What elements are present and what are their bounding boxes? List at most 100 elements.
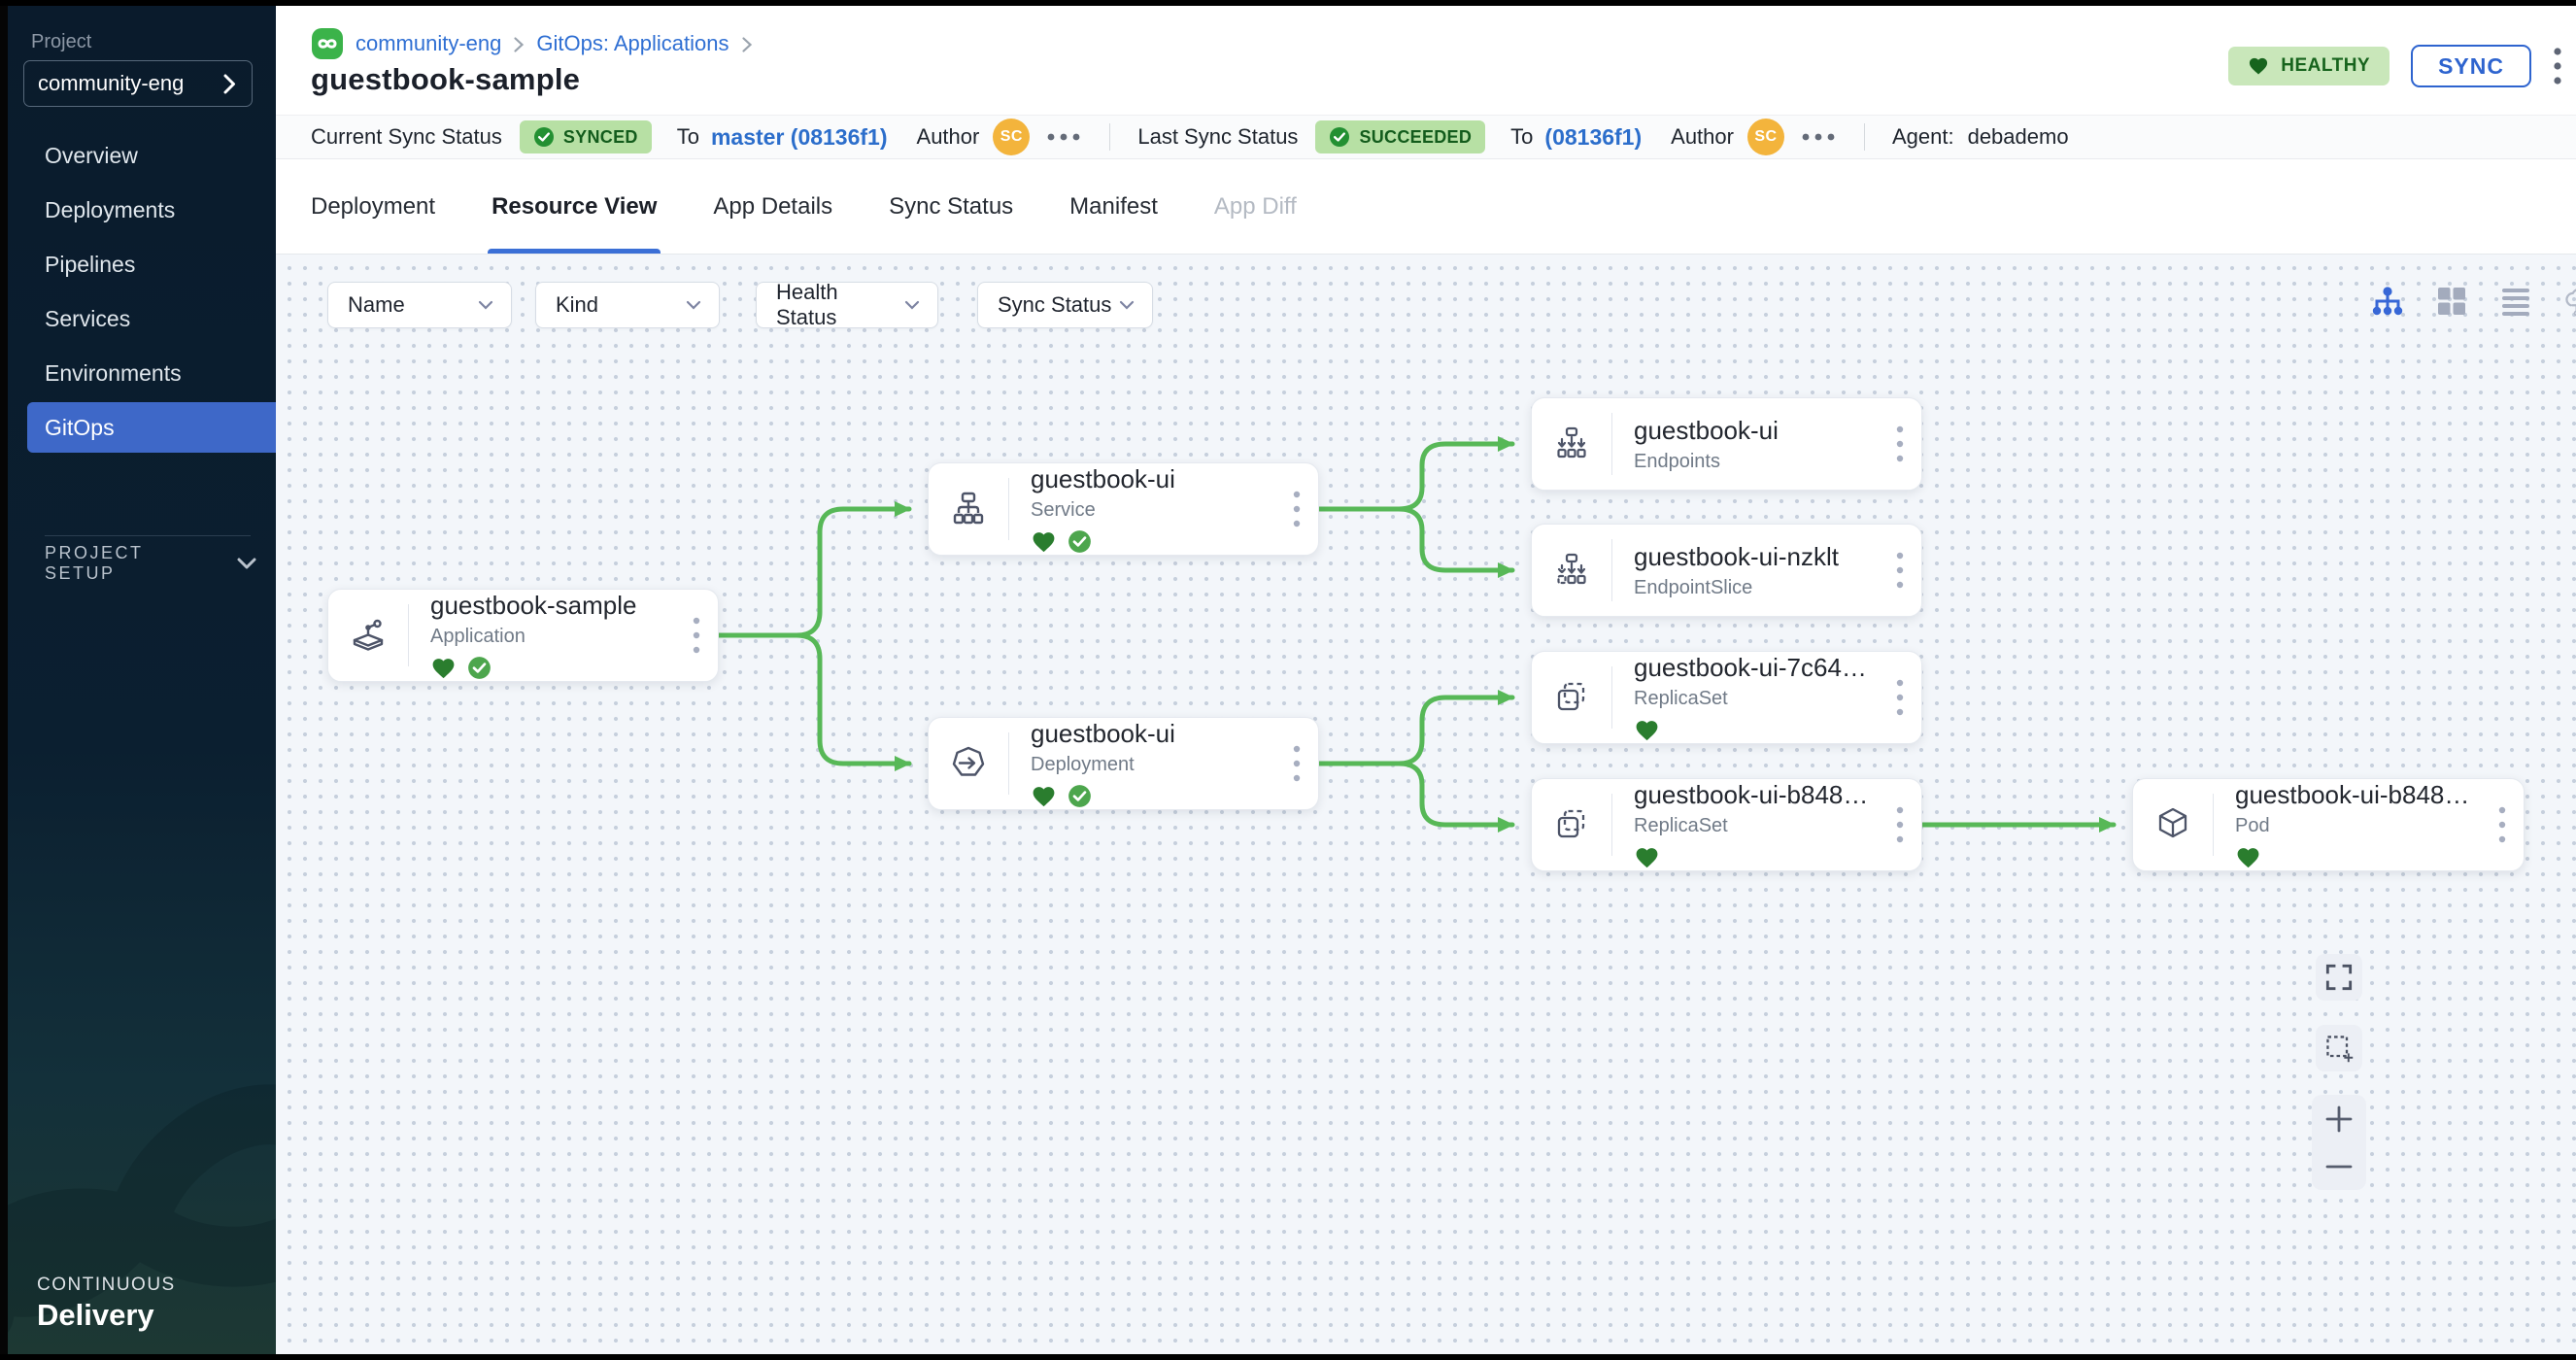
divider (1864, 123, 1865, 151)
divider (1109, 123, 1110, 151)
synced-check-icon (467, 656, 491, 680)
healthy-heart-icon (1634, 846, 1660, 869)
agent-label: Agent: (1892, 124, 1954, 150)
node-kebab-icon[interactable] (2481, 805, 2524, 844)
author-avatar[interactable]: SC (993, 119, 1030, 155)
last-sync-status-label: Last Sync Status (1137, 124, 1298, 150)
project-label: Project (31, 31, 91, 53)
more-options-icon[interactable] (1800, 132, 1837, 142)
node-kebab-icon[interactable] (1879, 551, 1921, 590)
sidebar-item-pipelines[interactable]: Pipelines (8, 237, 276, 291)
project-selector[interactable]: community-eng (23, 60, 253, 107)
project-setup-toggle[interactable]: PROJECT SETUP (45, 536, 256, 591)
node-kebab-icon[interactable] (1275, 744, 1318, 783)
breadcrumb-project-link[interactable]: community-eng (356, 31, 501, 56)
zoom-out-icon (2323, 1162, 2355, 1172)
tab-app-diff[interactable]: App Diff (1214, 159, 1297, 254)
tab-manifest[interactable]: Manifest (1069, 159, 1158, 254)
last-author-label: Author (1671, 124, 1734, 150)
replicaset-icon (1532, 678, 1611, 717)
node-pod-guestbook-ui-b848d5d9[interactable]: guestbook-ui-b848d5d9... Pod (2132, 778, 2525, 871)
tab-deployment[interactable]: Deployment (311, 159, 435, 254)
deployment-icon (929, 744, 1008, 783)
main-panel: community-eng GitOps: Applications guest… (276, 6, 2576, 1354)
zoom-controls (2312, 1095, 2366, 1190)
resource-tree-canvas[interactable]: Name Kind Health Status Sync Status (276, 255, 2576, 1354)
node-title: guestbook-ui (1031, 464, 1275, 494)
more-options-icon[interactable] (1045, 132, 1082, 142)
node-kind: Pod (2235, 815, 2481, 837)
current-revision-link[interactable]: master (08136f1) (711, 124, 888, 151)
fullscreen-button[interactable] (2316, 954, 2362, 1001)
endpointslice-icon (1532, 551, 1611, 590)
tab-app-details[interactable]: App Details (713, 159, 832, 254)
project-setup-label: PROJECT SETUP (45, 543, 210, 584)
sync-status-bar: Current Sync Status SYNCED To master (08… (276, 115, 2576, 159)
last-author-avatar[interactable]: SC (1747, 119, 1784, 155)
node-endpoints-guestbook-ui[interactable]: guestbook-ui Endpoints (1531, 397, 1922, 491)
author-label: Author (917, 124, 980, 150)
node-kebab-icon[interactable] (1275, 490, 1318, 528)
tab-bar: Deployment Resource View App Details Syn… (276, 159, 2576, 255)
marquee-select-button[interactable] (2316, 1025, 2362, 1071)
zoom-in-button[interactable] (2312, 1095, 2366, 1142)
last-revision-link[interactable]: (08136f1) (1544, 124, 1642, 151)
node-kebab-icon[interactable] (1879, 678, 1921, 717)
fullscreen-icon (2324, 963, 2354, 992)
tab-sync-status[interactable]: Sync Status (889, 159, 1013, 254)
sidebar-item-environments[interactable]: Environments (8, 346, 276, 400)
breadcrumb-applications-link[interactable]: GitOps: Applications (536, 31, 729, 56)
node-application-guestbook-sample[interactable]: guestbook-sample Application (327, 589, 719, 682)
node-kind: Application (430, 626, 675, 648)
check-circle-icon (1329, 126, 1350, 148)
node-endpointslice-guestbook-ui-nzklt[interactable]: guestbook-ui-nzklt EndpointSlice (1531, 524, 1922, 617)
sidebar-nav: Overview Deployments Pipelines Services … (8, 128, 276, 453)
sidebar-item-overview[interactable]: Overview (8, 128, 276, 183)
node-title: guestbook-ui (1634, 416, 1879, 446)
header-actions: HEALTHY SYNC (2228, 45, 2566, 87)
node-kind: ReplicaSet (1634, 815, 1879, 837)
node-kind: Endpoints (1634, 451, 1879, 473)
healthy-heart-icon (1634, 719, 1660, 742)
healthy-heart-icon (430, 657, 457, 680)
node-title: guestbook-ui-b848d5d9d (1634, 780, 1879, 810)
node-kind: Service (1031, 499, 1275, 522)
node-service-guestbook-ui[interactable]: guestbook-ui Service (928, 462, 1319, 556)
service-icon (929, 490, 1008, 528)
node-title: guestbook-ui-7c64987dc9 (1634, 653, 1879, 683)
brand-continuous: CONTINUOUS (37, 1275, 176, 1296)
header-kebab-menu-icon[interactable] (2553, 46, 2566, 86)
breadcrumb-separator-icon (741, 36, 753, 53)
replicaset-icon (1532, 805, 1611, 844)
synced-check-icon (1068, 529, 1092, 554)
marquee-select-icon (2323, 1033, 2355, 1064)
sidebar-item-gitops[interactable]: GitOps (27, 402, 276, 453)
node-kebab-icon[interactable] (1879, 805, 1921, 844)
succeeded-badge: SUCCEEDED (1315, 120, 1485, 153)
node-kebab-icon[interactable] (1879, 425, 1921, 463)
zoom-out-button[interactable] (2312, 1142, 2366, 1190)
page-header: community-eng GitOps: Applications guest… (276, 6, 2576, 115)
zoom-in-icon (2323, 1104, 2355, 1135)
app-window: Project community-eng Overview Deploymen… (0, 6, 2576, 1354)
node-replicaset-guestbook-ui-7c64987dc9[interactable]: guestbook-ui-7c64987dc9 ReplicaSet (1531, 651, 1922, 744)
page-title: guestbook-sample (311, 62, 580, 97)
node-title: guestbook-ui-nzklt (1634, 542, 1879, 572)
sidebar-item-services[interactable]: Services (8, 291, 276, 346)
health-status-badge[interactable]: HEALTHY (2228, 47, 2390, 85)
chevron-down-icon (237, 558, 256, 569)
endpoints-icon (1532, 425, 1611, 463)
breadcrumb: community-eng GitOps: Applications (311, 27, 753, 60)
node-replicaset-guestbook-ui-b848d5d9d[interactable]: guestbook-ui-b848d5d9d ReplicaSet (1531, 778, 1922, 871)
sync-button-label: SYNC (2438, 53, 2504, 80)
gitops-logo-icon (311, 27, 344, 60)
sidebar-item-deployments[interactable]: Deployments (8, 183, 276, 237)
tab-resource-view[interactable]: Resource View (491, 159, 657, 254)
health-status-label: HEALTHY (2281, 55, 2370, 77)
breadcrumb-separator-icon (513, 36, 525, 53)
node-deployment-guestbook-ui[interactable]: guestbook-ui Deployment (928, 717, 1319, 810)
node-kebab-icon[interactable] (675, 616, 718, 655)
brand-logo: CONTINUOUS Delivery (37, 1275, 176, 1333)
sync-button[interactable]: SYNC (2411, 45, 2531, 87)
node-kind: Deployment (1031, 754, 1275, 776)
